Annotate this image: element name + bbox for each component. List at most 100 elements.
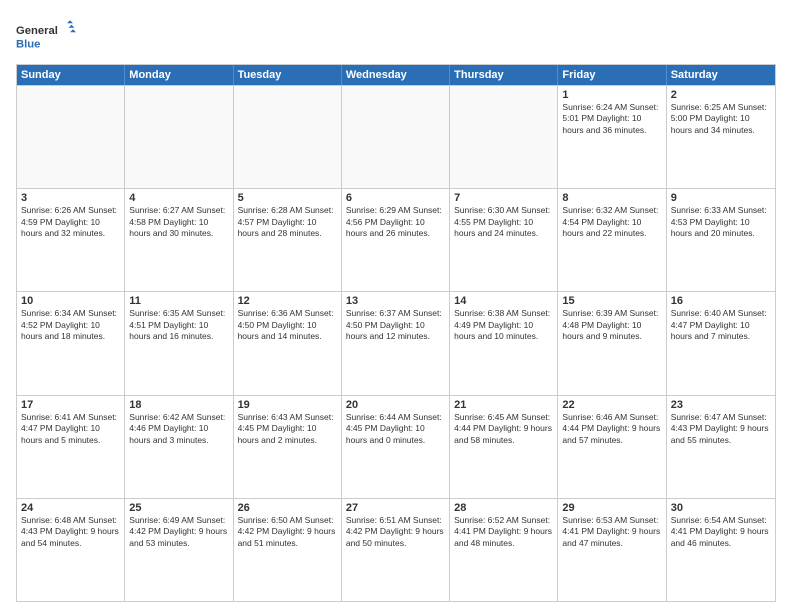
day-info: Sunrise: 6:35 AM Sunset: 4:51 PM Dayligh… [129, 308, 228, 342]
day-info: Sunrise: 6:41 AM Sunset: 4:47 PM Dayligh… [21, 412, 120, 446]
day-number: 5 [238, 192, 337, 204]
day-number: 15 [562, 295, 661, 307]
day-info: Sunrise: 6:44 AM Sunset: 4:45 PM Dayligh… [346, 412, 445, 446]
day-number: 6 [346, 192, 445, 204]
cal-week-2: 10Sunrise: 6:34 AM Sunset: 4:52 PM Dayli… [17, 291, 775, 394]
cal-cell-day-14: 14Sunrise: 6:38 AM Sunset: 4:49 PM Dayli… [450, 292, 558, 394]
day-number: 25 [129, 502, 228, 514]
cal-cell-day-27: 27Sunrise: 6:51 AM Sunset: 4:42 PM Dayli… [342, 499, 450, 601]
cal-cell-day-11: 11Sunrise: 6:35 AM Sunset: 4:51 PM Dayli… [125, 292, 233, 394]
cal-cell-day-17: 17Sunrise: 6:41 AM Sunset: 4:47 PM Dayli… [17, 396, 125, 498]
cal-header-cell-sunday: Sunday [17, 65, 125, 85]
day-number: 12 [238, 295, 337, 307]
day-number: 13 [346, 295, 445, 307]
day-info: Sunrise: 6:37 AM Sunset: 4:50 PM Dayligh… [346, 308, 445, 342]
day-number: 3 [21, 192, 120, 204]
cal-cell-day-16: 16Sunrise: 6:40 AM Sunset: 4:47 PM Dayli… [667, 292, 775, 394]
day-number: 21 [454, 399, 553, 411]
cal-cell-day-30: 30Sunrise: 6:54 AM Sunset: 4:41 PM Dayli… [667, 499, 775, 601]
day-number: 24 [21, 502, 120, 514]
day-number: 19 [238, 399, 337, 411]
cal-week-0: 1Sunrise: 6:24 AM Sunset: 5:01 PM Daylig… [17, 85, 775, 188]
cal-week-3: 17Sunrise: 6:41 AM Sunset: 4:47 PM Dayli… [17, 395, 775, 498]
day-number: 10 [21, 295, 120, 307]
day-number: 7 [454, 192, 553, 204]
day-info: Sunrise: 6:34 AM Sunset: 4:52 PM Dayligh… [21, 308, 120, 342]
day-number: 30 [671, 502, 771, 514]
day-info: Sunrise: 6:28 AM Sunset: 4:57 PM Dayligh… [238, 205, 337, 239]
day-info: Sunrise: 6:51 AM Sunset: 4:42 PM Dayligh… [346, 515, 445, 549]
day-info: Sunrise: 6:24 AM Sunset: 5:01 PM Dayligh… [562, 102, 661, 136]
day-info: Sunrise: 6:52 AM Sunset: 4:41 PM Dayligh… [454, 515, 553, 549]
day-info: Sunrise: 6:39 AM Sunset: 4:48 PM Dayligh… [562, 308, 661, 342]
cal-cell-day-2: 2Sunrise: 6:25 AM Sunset: 5:00 PM Daylig… [667, 86, 775, 188]
cal-cell-day-15: 15Sunrise: 6:39 AM Sunset: 4:48 PM Dayli… [558, 292, 666, 394]
day-number: 16 [671, 295, 771, 307]
day-info: Sunrise: 6:25 AM Sunset: 5:00 PM Dayligh… [671, 102, 771, 136]
day-info: Sunrise: 6:43 AM Sunset: 4:45 PM Dayligh… [238, 412, 337, 446]
cal-header-cell-wednesday: Wednesday [342, 65, 450, 85]
day-number: 26 [238, 502, 337, 514]
cal-cell-day-22: 22Sunrise: 6:46 AM Sunset: 4:44 PM Dayli… [558, 396, 666, 498]
day-info: Sunrise: 6:36 AM Sunset: 4:50 PM Dayligh… [238, 308, 337, 342]
day-number: 1 [562, 89, 661, 101]
page: General Blue SundayMondayTuesdayWednesda… [0, 0, 792, 612]
cal-cell-day-19: 19Sunrise: 6:43 AM Sunset: 4:45 PM Dayli… [234, 396, 342, 498]
cal-cell-day-8: 8Sunrise: 6:32 AM Sunset: 4:54 PM Daylig… [558, 189, 666, 291]
day-number: 28 [454, 502, 553, 514]
cal-cell-day-28: 28Sunrise: 6:52 AM Sunset: 4:41 PM Dayli… [450, 499, 558, 601]
day-info: Sunrise: 6:32 AM Sunset: 4:54 PM Dayligh… [562, 205, 661, 239]
cal-cell-day-24: 24Sunrise: 6:48 AM Sunset: 4:43 PM Dayli… [17, 499, 125, 601]
cal-cell-empty [125, 86, 233, 188]
cal-cell-day-23: 23Sunrise: 6:47 AM Sunset: 4:43 PM Dayli… [667, 396, 775, 498]
day-number: 4 [129, 192, 228, 204]
cal-cell-day-4: 4Sunrise: 6:27 AM Sunset: 4:58 PM Daylig… [125, 189, 233, 291]
cal-cell-day-29: 29Sunrise: 6:53 AM Sunset: 4:41 PM Dayli… [558, 499, 666, 601]
cal-header-cell-thursday: Thursday [450, 65, 558, 85]
cal-cell-day-26: 26Sunrise: 6:50 AM Sunset: 4:42 PM Dayli… [234, 499, 342, 601]
day-number: 11 [129, 295, 228, 307]
day-info: Sunrise: 6:53 AM Sunset: 4:41 PM Dayligh… [562, 515, 661, 549]
cal-cell-day-12: 12Sunrise: 6:36 AM Sunset: 4:50 PM Dayli… [234, 292, 342, 394]
calendar: SundayMondayTuesdayWednesdayThursdayFrid… [16, 64, 776, 602]
day-info: Sunrise: 6:33 AM Sunset: 4:53 PM Dayligh… [671, 205, 771, 239]
calendar-header-row: SundayMondayTuesdayWednesdayThursdayFrid… [17, 65, 775, 85]
cal-header-cell-friday: Friday [558, 65, 666, 85]
day-number: 14 [454, 295, 553, 307]
day-info: Sunrise: 6:50 AM Sunset: 4:42 PM Dayligh… [238, 515, 337, 549]
day-number: 23 [671, 399, 771, 411]
day-number: 29 [562, 502, 661, 514]
day-info: Sunrise: 6:42 AM Sunset: 4:46 PM Dayligh… [129, 412, 228, 446]
logo-svg: General Blue [16, 16, 76, 56]
cal-cell-empty [342, 86, 450, 188]
calendar-body: 1Sunrise: 6:24 AM Sunset: 5:01 PM Daylig… [17, 85, 775, 601]
logo: General Blue [16, 16, 76, 56]
cal-header-cell-tuesday: Tuesday [234, 65, 342, 85]
day-info: Sunrise: 6:54 AM Sunset: 4:41 PM Dayligh… [671, 515, 771, 549]
day-info: Sunrise: 6:49 AM Sunset: 4:42 PM Dayligh… [129, 515, 228, 549]
cal-cell-day-9: 9Sunrise: 6:33 AM Sunset: 4:53 PM Daylig… [667, 189, 775, 291]
day-info: Sunrise: 6:46 AM Sunset: 4:44 PM Dayligh… [562, 412, 661, 446]
cal-cell-day-1: 1Sunrise: 6:24 AM Sunset: 5:01 PM Daylig… [558, 86, 666, 188]
cal-cell-day-20: 20Sunrise: 6:44 AM Sunset: 4:45 PM Dayli… [342, 396, 450, 498]
cal-week-1: 3Sunrise: 6:26 AM Sunset: 4:59 PM Daylig… [17, 188, 775, 291]
cal-cell-empty [450, 86, 558, 188]
day-info: Sunrise: 6:40 AM Sunset: 4:47 PM Dayligh… [671, 308, 771, 342]
day-number: 17 [21, 399, 120, 411]
day-info: Sunrise: 6:38 AM Sunset: 4:49 PM Dayligh… [454, 308, 553, 342]
day-number: 2 [671, 89, 771, 101]
day-number: 20 [346, 399, 445, 411]
cal-header-cell-saturday: Saturday [667, 65, 775, 85]
day-info: Sunrise: 6:45 AM Sunset: 4:44 PM Dayligh… [454, 412, 553, 446]
svg-text:Blue: Blue [16, 38, 40, 50]
day-info: Sunrise: 6:29 AM Sunset: 4:56 PM Dayligh… [346, 205, 445, 239]
cal-cell-day-10: 10Sunrise: 6:34 AM Sunset: 4:52 PM Dayli… [17, 292, 125, 394]
day-number: 22 [562, 399, 661, 411]
cal-cell-day-18: 18Sunrise: 6:42 AM Sunset: 4:46 PM Dayli… [125, 396, 233, 498]
day-number: 8 [562, 192, 661, 204]
day-info: Sunrise: 6:48 AM Sunset: 4:43 PM Dayligh… [21, 515, 120, 549]
day-number: 27 [346, 502, 445, 514]
header: General Blue [16, 16, 776, 56]
cal-cell-empty [234, 86, 342, 188]
day-number: 18 [129, 399, 228, 411]
